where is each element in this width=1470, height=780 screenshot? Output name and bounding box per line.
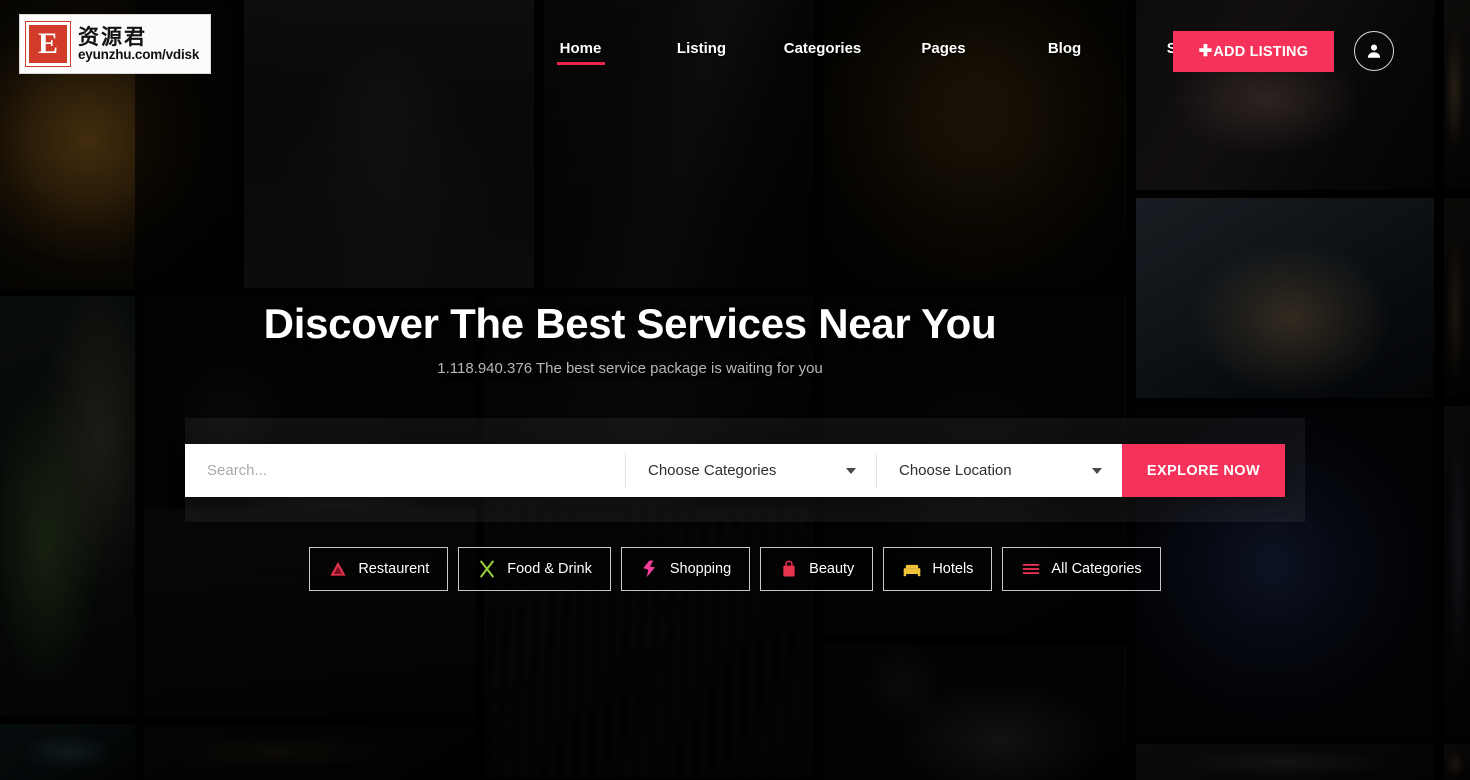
location-select-label: Choose Location	[899, 462, 1012, 479]
hero-subtitle: 1.118.940.376 The best service package i…	[437, 360, 823, 377]
page-title: Discover The Best Services Near You	[263, 300, 997, 347]
category-select-label: Choose Categories	[648, 462, 777, 479]
nav-item-pages[interactable]: Pages	[921, 40, 965, 67]
mosaic-tile-market	[144, 726, 476, 780]
category-chip-label: Shopping	[669, 561, 732, 577]
user-account-button[interactable]	[1354, 31, 1394, 71]
mosaic-tile-bedroom-2	[824, 644, 1126, 780]
mosaic-tile-cafe-edge-2	[1444, 744, 1470, 780]
background-photo-mosaic	[0, 0, 1470, 780]
category-chip-all-categories[interactable]: All Categories	[1002, 547, 1161, 591]
search-input[interactable]	[185, 444, 625, 497]
user-icon	[1365, 42, 1383, 60]
chevron-down-icon	[1092, 467, 1102, 474]
shopping-tag-icon	[640, 559, 660, 579]
category-chip-beauty[interactable]: Beauty	[760, 547, 874, 591]
mosaic-tile-gym	[1136, 744, 1434, 780]
mosaic-tile-plant	[0, 296, 136, 716]
category-chip-shopping[interactable]: Shopping	[620, 547, 751, 591]
hero-section: E 资源君 eyunzhu.com/vdisk Home Listing Cat…	[0, 0, 1470, 780]
category-chip-label: Food & Drink	[507, 561, 592, 577]
nav-item-home[interactable]: Home	[560, 40, 602, 67]
category-chip-label: Hotels	[932, 561, 974, 577]
nav-item-blog[interactable]: Blog	[1048, 40, 1081, 67]
mosaic-tile-spa	[0, 724, 136, 780]
location-select[interactable]: Choose Location	[877, 444, 1122, 497]
category-chip-label: Beauty	[809, 561, 855, 577]
fork-knife-icon	[477, 559, 497, 579]
site-logo[interactable]: E 资源君 eyunzhu.com/vdisk	[19, 14, 211, 74]
category-chip-food-drink[interactable]: Food & Drink	[458, 547, 611, 591]
add-listing-label: ADD LISTING	[1213, 43, 1309, 60]
plus-icon: ✚	[1198, 42, 1213, 60]
search-bar: Choose Categories Choose Location EXPLOR…	[185, 444, 1285, 497]
bed-icon	[902, 559, 922, 579]
category-chip-label: Restaurent	[358, 561, 430, 577]
hamburger-list-icon	[1021, 559, 1041, 579]
category-chip-row: Restaurent Food & Drink Shopping Beauty …	[0, 547, 1470, 591]
add-listing-button[interactable]: ✚ ADD LISTING	[1173, 31, 1334, 72]
category-select[interactable]: Choose Categories	[626, 444, 876, 497]
mosaic-tile-wall-quote	[144, 508, 476, 718]
nav-item-listing[interactable]: Listing	[677, 40, 726, 67]
site-header: E 资源君 eyunzhu.com/vdisk Home Listing Cat…	[0, 0, 1470, 100]
category-chip-hotels[interactable]: Hotels	[883, 547, 993, 591]
restaurant-icon	[328, 559, 348, 579]
category-chip-restaurant[interactable]: Restaurent	[309, 547, 449, 591]
nav-item-categories[interactable]: Categories	[784, 40, 862, 67]
chevron-down-icon	[846, 467, 856, 474]
logo-mark-icon: E	[26, 22, 70, 66]
main-navigation: Home Listing Categories Pages Blog Shop	[520, 40, 1246, 67]
logo-chinese-name: 资源君	[78, 24, 147, 49]
explore-now-button[interactable]: EXPLORE NOW	[1122, 444, 1285, 497]
mosaic-tile-shopping-bag	[1136, 198, 1434, 398]
handbag-icon	[779, 559, 799, 579]
category-chip-label: All Categories	[1051, 561, 1142, 577]
logo-url-text: eyunzhu.com/vdisk	[78, 46, 200, 62]
mosaic-tile-cafe-edge	[1444, 198, 1470, 398]
